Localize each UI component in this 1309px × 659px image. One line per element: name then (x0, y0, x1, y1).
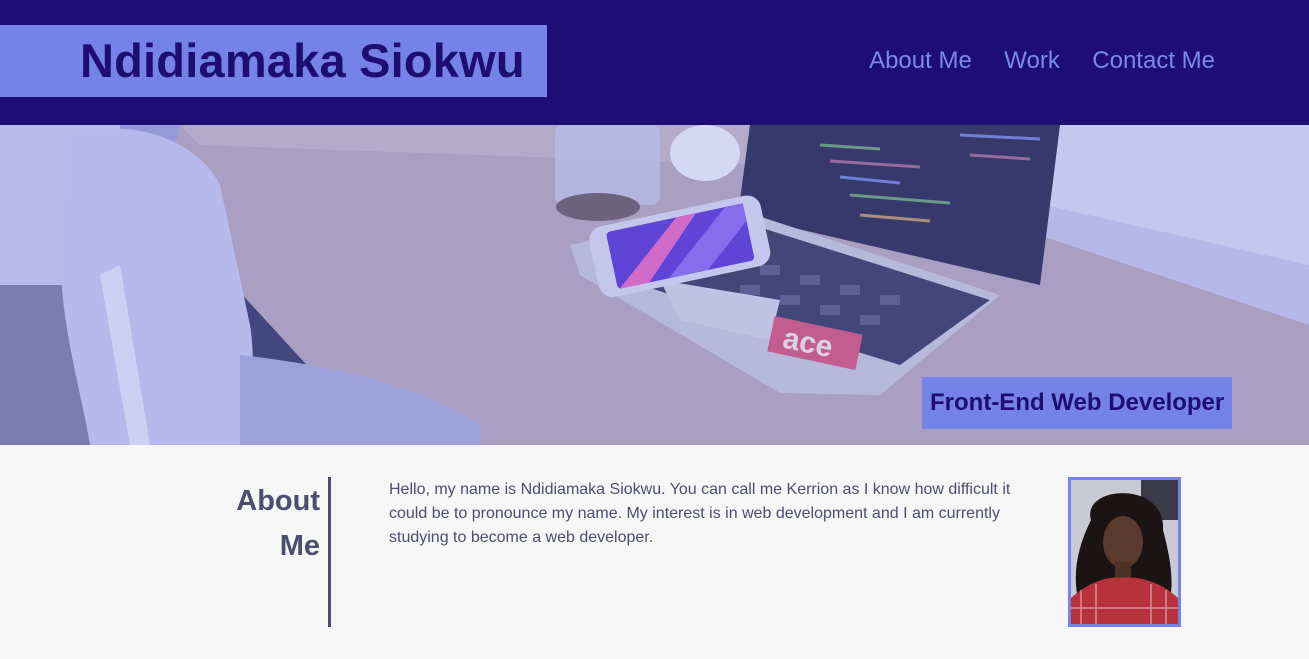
about-heading-line1: About (236, 485, 320, 517)
about-heading: About Me (230, 479, 320, 569)
section-divider (328, 477, 331, 627)
nav-work[interactable]: Work (1004, 45, 1060, 77)
about-section: About Me Hello, my name is Ndidiamaka Si… (0, 445, 1309, 659)
brand-block: Ndidiamaka Siokwu (0, 25, 547, 97)
about-heading-line2: Me (279, 530, 320, 562)
main-nav: About Me Work Contact Me (841, 45, 1215, 77)
profile-photo (1068, 477, 1181, 627)
nav-about-me[interactable]: About Me (869, 45, 972, 77)
hero-banner: ace Front-End Web Developer (0, 125, 1309, 445)
site-header: Ndidiamaka Siokwu About Me Work Contact … (0, 0, 1309, 125)
site-title[interactable]: Ndidiamaka Siokwu (80, 33, 525, 88)
portrait-image (1071, 480, 1178, 624)
nav-contact-me[interactable]: Contact Me (1092, 45, 1215, 77)
about-paragraph: Hello, my name is Ndidiamaka Siokwu. You… (389, 481, 1011, 546)
tagline-badge: Front-End Web Developer (922, 377, 1232, 429)
tagline-text: Front-End Web Developer (930, 389, 1225, 416)
